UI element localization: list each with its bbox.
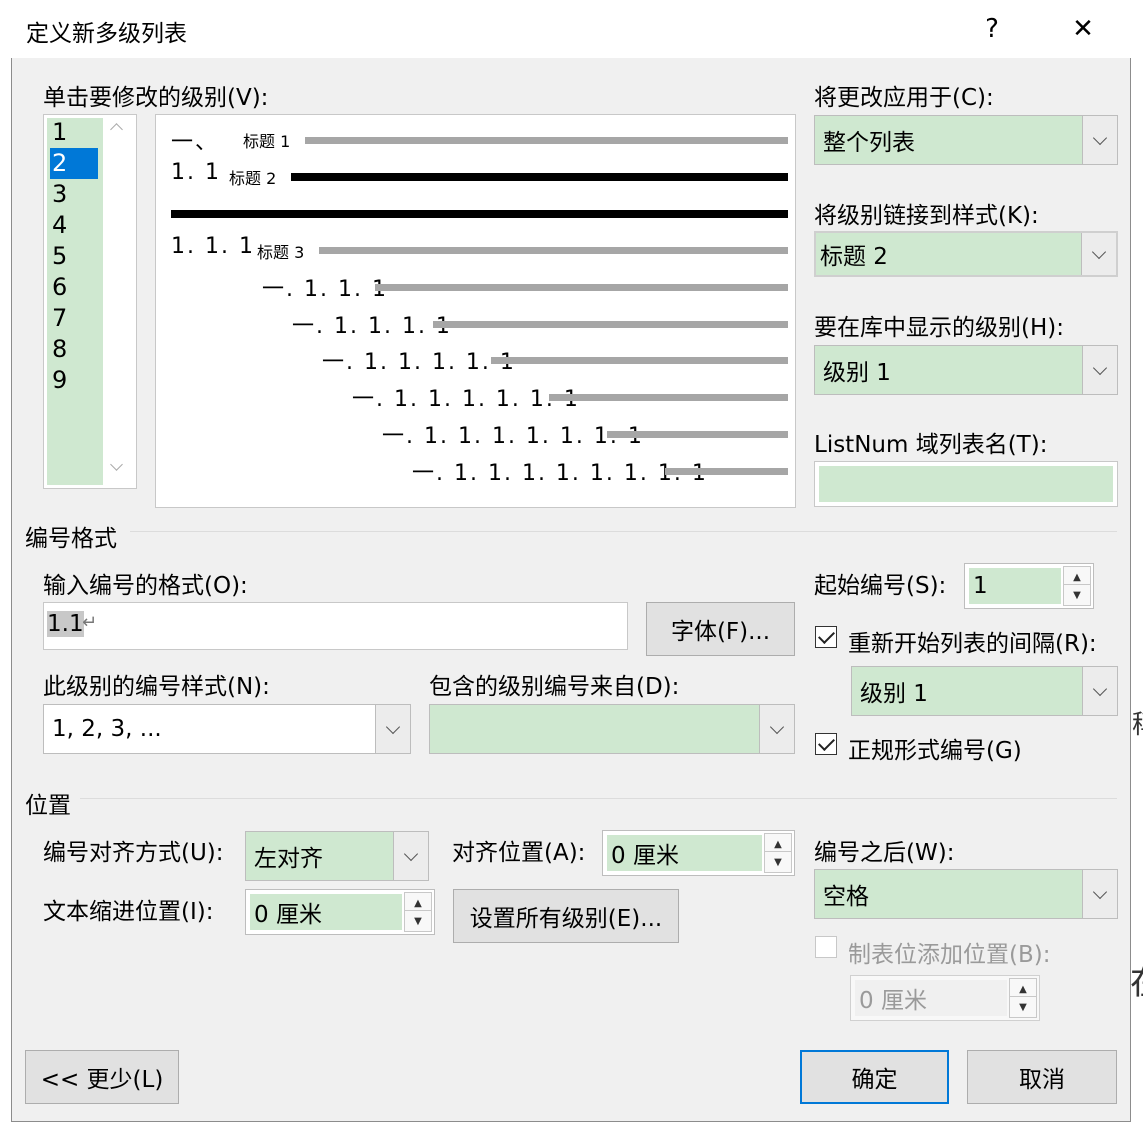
indent-at-label: 文本缩进位置(I):: [43, 899, 214, 925]
include-level-dropdown[interactable]: [429, 704, 795, 754]
preview-number: 一. 1. 1. 1. 1. 1. 1. 1. 1: [412, 461, 708, 486]
listnum-input[interactable]: [814, 461, 1118, 507]
preview-line-selected: [291, 173, 788, 181]
set-all-levels-button[interactable]: 设置所有级别(E)...: [453, 889, 679, 943]
help-button[interactable]: ?: [967, 10, 1017, 48]
section-divider: [130, 531, 1117, 532]
level-item-7[interactable]: 7: [50, 303, 98, 334]
level-item-1[interactable]: 1: [50, 117, 98, 148]
preview-line: [549, 394, 788, 401]
level-item-9[interactable]: 9: [50, 365, 98, 396]
tab-stop-checkbox[interactable]: [815, 936, 837, 958]
preview-line-selected: [171, 210, 788, 218]
preview-line: [491, 357, 788, 364]
number-style-label: 此级别的编号样式(N):: [43, 674, 270, 700]
chevron-down-icon: [769, 719, 785, 734]
preview-heading: 标题 2: [229, 169, 277, 188]
apply-to-dropdown[interactable]: 整个列表: [814, 115, 1118, 165]
chevron-down-icon: [385, 719, 401, 734]
ok-button[interactable]: 确定: [800, 1050, 949, 1104]
format-value: 1.1: [47, 611, 84, 637]
legal-checkbox[interactable]: [815, 733, 837, 755]
indent-at-spinner[interactable]: 0 厘米 ▲ ▼: [245, 889, 435, 935]
enter-format-label: 输入编号的格式(O):: [43, 573, 248, 599]
tab-stop-label: 制表位添加位置(B):: [848, 942, 1051, 968]
spin-down-button[interactable]: ▼: [1009, 996, 1037, 1018]
follow-with-dropdown[interactable]: 空格: [814, 869, 1118, 919]
position-section-title: 位置: [25, 793, 71, 819]
cancel-button[interactable]: 取消: [967, 1050, 1117, 1104]
checkmark-icon: [817, 733, 835, 751]
alignment-dropdown[interactable]: 左对齐: [245, 831, 429, 881]
scroll-down-arrow[interactable]: [110, 458, 123, 471]
alignment-label: 编号对齐方式(U):: [43, 840, 224, 866]
number-style-dropdown[interactable]: 1, 2, 3, ...: [43, 704, 411, 754]
preview-number: 一、: [171, 130, 220, 155]
font-button[interactable]: 字体(F)...: [646, 602, 795, 656]
dialog-title: 定义新多级列表: [26, 21, 187, 47]
background-text: 稱: [1132, 704, 1143, 741]
level-item-5[interactable]: 5: [50, 241, 98, 272]
chevron-down-icon: [1092, 360, 1108, 375]
chevron-down-icon: [1092, 681, 1108, 696]
gallery-level-label: 要在库中显示的级别(H):: [814, 315, 1064, 341]
apply-to-label: 将更改应用于(C):: [814, 85, 994, 111]
follow-with-label: 编号之后(W):: [814, 840, 955, 866]
aligned-at-spinner[interactable]: 0 厘米 ▲ ▼: [602, 830, 795, 876]
chevron-down-icon: [1091, 244, 1107, 259]
restart-level-dropdown[interactable]: 级别 1: [851, 666, 1118, 716]
preview-line: [375, 284, 788, 291]
aligned-at-label: 对齐位置(A):: [452, 840, 586, 866]
preview-line: [607, 431, 788, 438]
spin-down-button[interactable]: ▼: [1063, 584, 1091, 606]
chevron-down-icon: [1092, 130, 1108, 145]
enter-format-input[interactable]: 1.1 ↵: [43, 602, 628, 650]
preview-line: [305, 137, 788, 144]
gallery-level-dropdown[interactable]: 级别 1: [814, 345, 1118, 395]
level-item-8[interactable]: 8: [50, 334, 98, 365]
number-format-section-title: 编号格式: [25, 526, 117, 552]
preview-heading: 标题 1: [243, 132, 291, 151]
start-at-label: 起始编号(S):: [814, 573, 947, 599]
spin-down-button[interactable]: ▼: [764, 851, 792, 873]
preview-number: 一. 1. 1. 1. 1: [292, 314, 452, 339]
paragraph-mark-icon: ↵: [82, 612, 98, 633]
start-at-spinner[interactable]: 1 ▲ ▼: [964, 563, 1094, 609]
preview-number: 一. 1. 1. 1. 1. 1. 1. 1: [382, 424, 644, 449]
preview-number: 1. 1. 1: [171, 234, 255, 259]
less-button[interactable]: << 更少(L): [25, 1050, 179, 1104]
scroll-up-arrow[interactable]: [110, 123, 123, 136]
preview-line: [319, 247, 788, 254]
chevron-down-icon: [1092, 884, 1108, 899]
tab-stop-spinner[interactable]: 0 厘米 ▲ ▼: [850, 975, 1040, 1021]
level-label: 单击要修改的级别(V):: [43, 85, 269, 111]
preview-number: 一. 1. 1. 1. 1. 1. 1: [352, 387, 580, 412]
preview-line: [665, 468, 788, 475]
level-item-6[interactable]: 6: [50, 272, 98, 303]
include-level-label: 包含的级别编号来自(D):: [429, 674, 680, 700]
level-item-3[interactable]: 3: [50, 179, 98, 210]
level-item-2[interactable]: 2: [50, 148, 98, 179]
level-item-4[interactable]: 4: [50, 210, 98, 241]
preview-number: 一. 1. 1. 1: [262, 277, 388, 302]
link-style-label: 将级别链接到样式(K):: [814, 203, 1039, 229]
checkmark-icon: [817, 626, 835, 644]
restart-label: 重新开始列表的间隔(R):: [848, 631, 1097, 657]
preview-heading: 标题 3: [257, 243, 305, 262]
section-divider: [80, 798, 1117, 799]
legal-label: 正规形式编号(G): [848, 738, 1022, 764]
close-icon: ✕: [1072, 14, 1094, 44]
preview-number: 一. 1. 1. 1. 1. 1: [322, 350, 516, 375]
preview-number: 1. 1: [171, 160, 221, 185]
spin-down-button[interactable]: ▼: [404, 910, 432, 932]
listnum-label: ListNum 域列表名(T):: [814, 432, 1048, 458]
link-style-dropdown[interactable]: 标题 2: [814, 231, 1118, 277]
background-text: 在: [1130, 955, 1143, 1004]
chevron-down-icon: [403, 846, 419, 861]
restart-checkbox[interactable]: [815, 626, 837, 648]
close-button[interactable]: ✕: [1058, 10, 1108, 48]
preview-line: [433, 321, 788, 328]
